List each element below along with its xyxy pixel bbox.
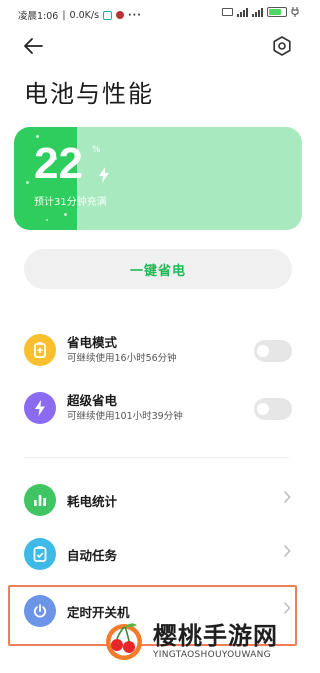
settings-button[interactable] (271, 35, 293, 57)
usage-stats-title: 耗电统计 (67, 494, 118, 509)
watermark: 樱桃手游网 YINGTAOSHOUYOUWANG (100, 610, 312, 672)
cherry-logo-icon (106, 623, 142, 660)
power-saver-row[interactable]: 省电模式 可继续使用16小时56分钟 (24, 326, 294, 372)
watermark-title: 樱桃手游网 (153, 622, 278, 650)
bar-chart-icon (24, 484, 56, 516)
hd-icon (222, 8, 233, 16)
status-right (222, 7, 299, 17)
battery-status-fill (269, 9, 282, 15)
lightning-icon (24, 392, 56, 424)
auto-tasks-row[interactable]: 自动任务 (24, 530, 294, 576)
status-time: 凌晨1:06 (18, 11, 59, 22)
gear-icon (273, 36, 291, 56)
status-bar: 凌晨1:06 | 0.0K/s ··· (0, 0, 313, 30)
charging-bolt-icon (99, 167, 109, 183)
auto-tasks-title: 自动任务 (67, 548, 118, 563)
bubble-dot (36, 135, 39, 138)
ultra-saver-toggle[interactable] (254, 398, 292, 420)
notification-app-icon (103, 10, 113, 20)
battery-saver-icon (24, 334, 56, 366)
charge-estimate: 预计31分钟充满 (34, 197, 107, 208)
signal-2-icon (252, 7, 263, 17)
battery-card: 22 % 预计31分钟充满 (14, 127, 302, 230)
bubble-dot (46, 219, 48, 221)
ultra-saver-subtitle: 可继续使用101小时39分钟 (67, 411, 183, 422)
battery-percent: 22 (34, 139, 83, 188)
signal-icon (237, 7, 248, 17)
toggle-knob (257, 345, 269, 357)
ultra-saver-row[interactable]: 超级省电 可继续使用101小时39分钟 (24, 384, 294, 430)
percent-sign: % (92, 145, 101, 155)
bubble-dot (26, 181, 29, 184)
chevron-right-icon (284, 545, 291, 557)
section-divider (24, 457, 289, 458)
status-left: 凌晨1:06 | 0.0K/s ··· (18, 8, 142, 23)
power-saver-title: 省电模式 (67, 335, 118, 350)
charging-plug-icon (291, 7, 299, 17)
back-arrow-icon (24, 38, 43, 54)
chevron-right-icon (284, 491, 291, 503)
page-title: 电池与性能 (24, 80, 154, 108)
power-saver-subtitle: 可继续使用16小时56分钟 (67, 353, 177, 364)
back-button[interactable] (22, 35, 46, 57)
ultra-saver-title: 超级省电 (67, 393, 118, 408)
bubble-dot (64, 213, 67, 216)
status-separator: | (62, 9, 66, 21)
clipboard-icon (24, 538, 56, 570)
watermark-subtitle: YINGTAOSHOUYOUWANG (153, 650, 271, 660)
battery-status-icon (267, 7, 287, 17)
network-speed: 0.0K/s (69, 9, 100, 21)
toggle-knob (257, 403, 269, 415)
usage-stats-row[interactable]: 耗电统计 (24, 476, 294, 522)
notification-bug-icon (116, 11, 125, 19)
more-notifications-icon: ··· (128, 9, 142, 21)
power-saver-toggle[interactable] (254, 340, 292, 362)
one-tap-save-button[interactable]: 一键省电 (24, 249, 292, 289)
